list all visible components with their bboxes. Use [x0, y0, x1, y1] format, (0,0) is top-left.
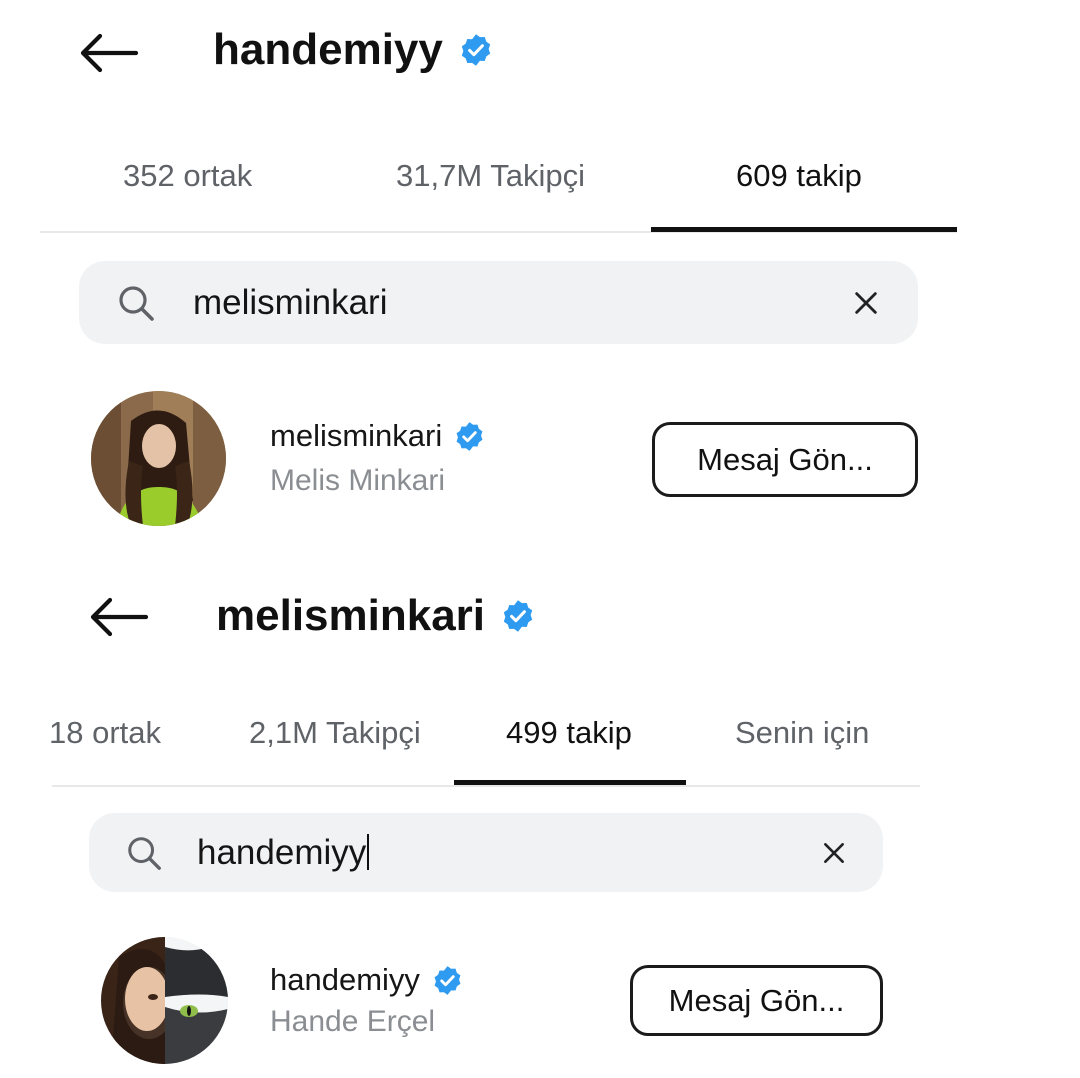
- result-username[interactable]: melisminkari: [270, 418, 485, 454]
- search-bar[interactable]: melisminkari: [79, 261, 918, 344]
- tab-mutual[interactable]: 18 ortak: [49, 717, 161, 748]
- active-tab-indicator: [651, 227, 957, 232]
- tab-following[interactable]: 499 takip: [506, 717, 632, 748]
- verified-badge-icon: [432, 965, 463, 996]
- result-full-name: Hande Erçel: [270, 1005, 436, 1038]
- text-cursor: [367, 834, 370, 870]
- tab-following[interactable]: 609 takip: [736, 160, 862, 191]
- close-icon[interactable]: [821, 840, 847, 866]
- page-title: handemiyy: [213, 28, 493, 72]
- tab-followers[interactable]: 2,1M Takipçi: [249, 717, 421, 748]
- result-username-text: melisminkari: [270, 418, 443, 453]
- verified-badge-icon: [501, 599, 535, 633]
- search-input[interactable]: handemiyy: [197, 833, 370, 873]
- result-full-name: Melis Minkari: [270, 464, 446, 497]
- close-icon[interactable]: [852, 289, 880, 317]
- result-username[interactable]: handemiyy: [270, 962, 463, 998]
- tab-for-you[interactable]: Senin için: [735, 717, 869, 748]
- send-message-button[interactable]: Mesaj Gön...: [630, 965, 883, 1036]
- search-bar[interactable]: handemiyy: [89, 813, 883, 892]
- back-arrow-icon[interactable]: [78, 33, 140, 73]
- search-icon: [125, 834, 163, 872]
- page-title: melisminkari: [216, 594, 535, 638]
- tab-divider: [52, 785, 920, 787]
- verified-badge-icon: [454, 421, 485, 452]
- search-icon: [116, 283, 156, 323]
- verified-badge-icon: [459, 33, 493, 67]
- tab-mutual[interactable]: 352 ortak: [123, 160, 252, 191]
- page-title-text: melisminkari: [216, 591, 486, 640]
- back-arrow-icon[interactable]: [88, 597, 150, 637]
- send-message-button[interactable]: Mesaj Gön...: [652, 422, 918, 497]
- active-tab-indicator: [454, 780, 686, 785]
- page-title-text: handemiyy: [213, 25, 443, 74]
- tab-followers[interactable]: 31,7M Takipçi: [396, 160, 585, 191]
- avatar[interactable]: [91, 391, 226, 526]
- result-username-text: handemiyy: [270, 962, 420, 997]
- avatar[interactable]: [101, 937, 228, 1064]
- search-input[interactable]: melisminkari: [193, 283, 387, 323]
- search-input-text: handemiyy: [197, 833, 367, 872]
